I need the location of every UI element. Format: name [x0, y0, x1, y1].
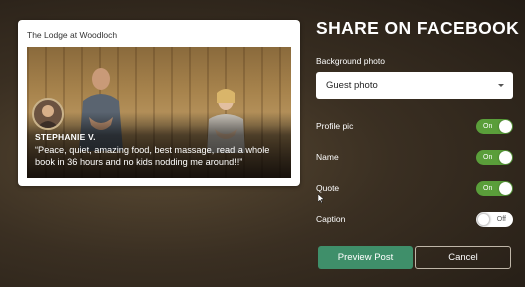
toggle-label-caption: Caption — [316, 214, 346, 224]
toggle-label-quote: Quote — [316, 183, 340, 193]
background-photo-select[interactable]: Guest photo — [316, 72, 513, 99]
avatar-image — [37, 105, 59, 128]
toggle-state-text: On — [483, 154, 493, 161]
chevron-down-icon — [498, 84, 504, 87]
caption-toggle[interactable]: Off — [476, 212, 513, 227]
toggle-knob — [499, 182, 512, 195]
toggle-state-text: On — [483, 123, 493, 130]
toggle-knob — [499, 120, 512, 133]
guest-photo: STEPHANIE V. “Peace, quiet, amazing food… — [27, 47, 291, 178]
background-photo-label: Background photo — [316, 56, 385, 66]
toggle-label-name: Name — [316, 152, 339, 162]
review-quote: “Peace, quiet, amazing food, best massag… — [35, 145, 270, 167]
quote-toggle[interactable]: On — [476, 181, 513, 196]
cancel-button[interactable]: Cancel — [415, 246, 511, 269]
reviewer-name: STEPHANIE V. — [35, 132, 96, 142]
mouse-cursor-icon — [318, 194, 324, 203]
preview-post-button[interactable]: Preview Post — [318, 246, 413, 269]
toggle-knob — [499, 151, 512, 164]
toggle-state-text: Off — [496, 216, 506, 223]
toggle-knob — [477, 213, 490, 226]
toggle-state-text: On — [483, 185, 493, 192]
toggle-label-profile-pic: Profile pic — [316, 121, 354, 131]
name-toggle[interactable]: On — [476, 150, 513, 165]
profile-pic-toggle[interactable]: On — [476, 119, 513, 134]
panel-title: SHARE ON FACEBOOK — [316, 18, 520, 38]
reviewer-avatar — [32, 98, 64, 130]
background-photo-value: Guest photo — [326, 80, 378, 91]
business-name: The Lodge at Woodloch — [27, 30, 118, 40]
share-preview-card: The Lodge at Woodloch STEPHANIE V. “Peac… — [18, 20, 300, 186]
